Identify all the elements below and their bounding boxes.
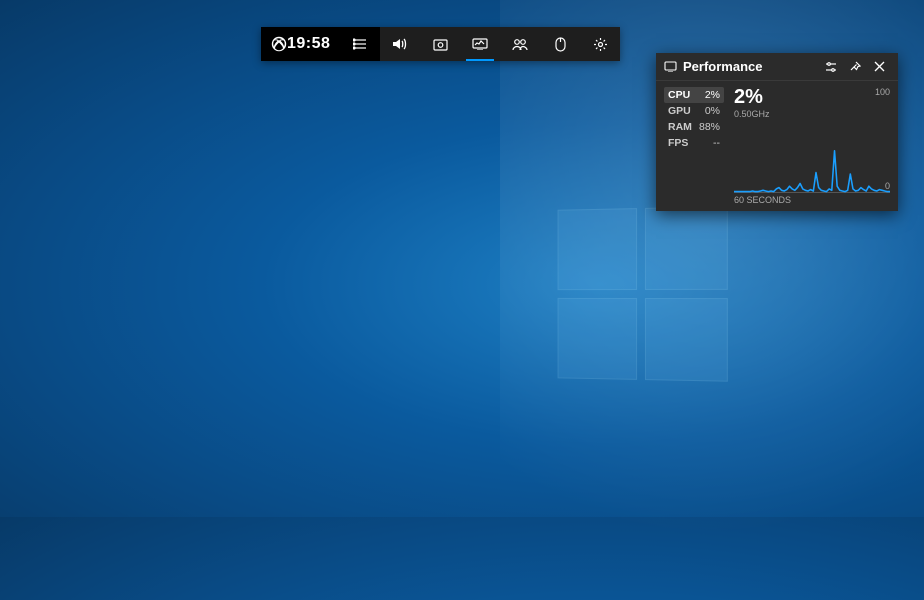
stat-label: RAM [668,121,692,133]
current-value: 2% [734,87,890,107]
y-max-label: 100 [875,87,890,97]
stat-value: 88% [699,121,720,133]
audio-button[interactable] [380,27,420,61]
performance-header: Performance [656,53,898,81]
game-bar-right [340,27,620,61]
graph-area: 100 2% 0.50GHz 0 60 SECONDS [724,87,890,205]
cpu-frequency: 0.50GHz [734,109,890,119]
stat-label: GPU [668,105,691,117]
performance-body: CPU 2% GPU 0% RAM 88% FPS -- 100 2% 0.50… [656,81,898,211]
game-bar-left: 19:58 [261,27,340,61]
stat-label: CPU [668,89,690,101]
capture-button[interactable] [420,27,460,61]
performance-button[interactable] [460,27,500,61]
y-min-label: 0 [885,181,890,191]
stat-value: -- [713,137,720,149]
options-button[interactable] [820,56,842,78]
stat-value: 0% [705,105,720,117]
usage-chart [734,125,890,193]
mouse-button[interactable] [540,27,580,61]
panel-title: Performance [683,59,818,74]
x-axis-label: 60 SECONDS [734,195,890,205]
stat-cpu[interactable]: CPU 2% [664,87,724,103]
close-button[interactable] [868,56,890,78]
stat-value: 2% [705,89,720,101]
xbox-social-button[interactable] [500,27,540,61]
stat-fps[interactable]: FPS -- [664,135,724,151]
stat-ram[interactable]: RAM 88% [664,119,724,135]
game-bar: 19:58 [261,27,620,61]
stat-label: FPS [668,137,688,149]
performance-icon [664,61,677,72]
windows-logo [558,206,731,385]
clock: 19:58 [287,35,330,53]
settings-button[interactable] [580,27,620,61]
widgets-menu-button[interactable] [340,27,380,61]
pin-button[interactable] [844,56,866,78]
xbox-icon[interactable] [271,36,287,52]
stat-gpu[interactable]: GPU 0% [664,103,724,119]
stats-list: CPU 2% GPU 0% RAM 88% FPS -- [664,87,724,205]
performance-panel: Performance CPU 2% GPU 0% RAM 88% [656,53,898,211]
